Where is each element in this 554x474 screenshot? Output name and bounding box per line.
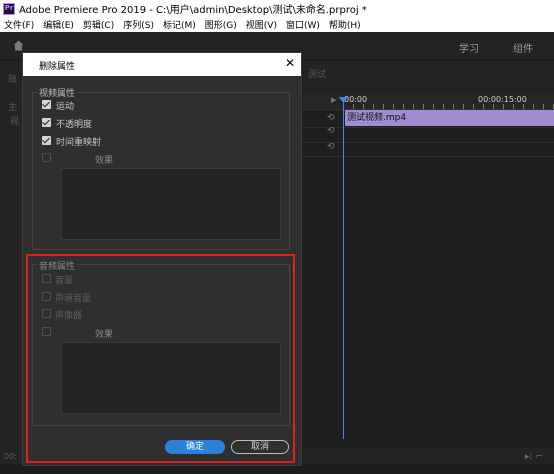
audio-attributes-label: 音频属性	[37, 259, 78, 272]
opacity-checkbox[interactable]	[42, 118, 51, 127]
close-icon[interactable]: ✕	[285, 57, 295, 69]
ruler-ticks	[343, 104, 554, 109]
menu-help[interactable]: 帮助(H)	[329, 18, 361, 31]
video-effects-label: 效果	[95, 156, 114, 166]
menu-view[interactable]: 视图(V)	[246, 18, 277, 31]
ok-button[interactable]: 确定	[165, 440, 225, 454]
audio-effects-list[interactable]	[61, 342, 281, 414]
menu-graphics[interactable]: 图形(G)	[205, 18, 237, 31]
cancel-button[interactable]: 取消	[231, 440, 289, 454]
home-icon[interactable]	[13, 40, 24, 51]
video-clip[interactable]: 测试视频.mp4	[345, 110, 554, 126]
timeline-tracks[interactable]	[303, 110, 554, 447]
opacity-label: 不透明度	[56, 120, 93, 130]
video-effects-list[interactable]	[61, 168, 281, 240]
audio-effects-label: 效果	[95, 330, 114, 340]
menu-file[interactable]: 文件(F)	[4, 18, 34, 31]
panel-label-video: 视	[10, 117, 20, 127]
menu-edit[interactable]: 编辑(E)	[43, 18, 74, 31]
menu-markers[interactable]: 标记(M)	[163, 18, 196, 31]
menu-window[interactable]: 窗口(W)	[286, 18, 320, 31]
playhead-line[interactable]	[343, 99, 344, 439]
timecode-15s: 00:00:15:00	[478, 95, 527, 104]
menu-clip[interactable]: 剪辑(C)	[83, 18, 114, 31]
collapse-triangle-icon[interactable]: ▶	[331, 96, 336, 104]
menu-bar: 文件(F) 编辑(E) 剪辑(C) 序列(S) 标记(M) 图形(G) 视图(V…	[0, 17, 554, 32]
track-sync-icon[interactable]: ⟲	[327, 126, 335, 136]
source-timecode: 00:	[4, 452, 17, 461]
panner-label: 声像器	[55, 311, 83, 321]
premiere-logo-icon: Pr	[3, 2, 15, 15]
track-sync-icon[interactable]: ⟲	[327, 142, 335, 152]
volume-label: 音量	[55, 276, 74, 286]
workspace-tab-assembly[interactable]: 组件	[513, 40, 533, 55]
channel-volume-checkbox[interactable]	[42, 292, 51, 301]
track-divider	[303, 142, 554, 143]
timeline-tab-title[interactable]: 测试	[308, 67, 326, 80]
track-divider	[303, 127, 554, 128]
volume-checkbox[interactable]	[42, 274, 51, 283]
time-remapping-checkbox[interactable]	[42, 136, 51, 145]
motion-label: 运动	[56, 102, 75, 112]
app-title: Adobe Premiere Pro 2019 - C:\用户\admin\De…	[19, 5, 367, 16]
panel-label-main: 主	[8, 103, 18, 113]
app-title-bar: Pr Adobe Premiere Pro 2019 - C:\用户\admin…	[0, 0, 554, 17]
track-divider	[303, 156, 554, 157]
video-attributes-label: 视频属性	[37, 86, 78, 99]
panner-checkbox[interactable]	[42, 309, 51, 318]
motion-checkbox[interactable]	[42, 100, 51, 109]
channel-volume-label: 声道音量	[55, 294, 92, 304]
dialog-title: 删除属性	[39, 62, 76, 72]
track-sync-icon[interactable]: ⟲	[327, 113, 335, 123]
time-remapping-label: 时间重映射	[56, 138, 102, 148]
timecode-start: 00:00	[344, 95, 368, 104]
audio-effects-checkbox[interactable]	[42, 327, 51, 336]
workspace-tab-learn[interactable]: 学习	[459, 40, 479, 55]
panel-label-effects: 效	[8, 75, 18, 85]
timeline-tools-icon[interactable]: ▸⁞ ⌐	[525, 452, 543, 462]
dialog-title-bar: 删除属性 ✕	[23, 53, 301, 76]
video-effects-checkbox[interactable]	[42, 153, 51, 162]
menu-sequence[interactable]: 序列(S)	[123, 18, 154, 31]
